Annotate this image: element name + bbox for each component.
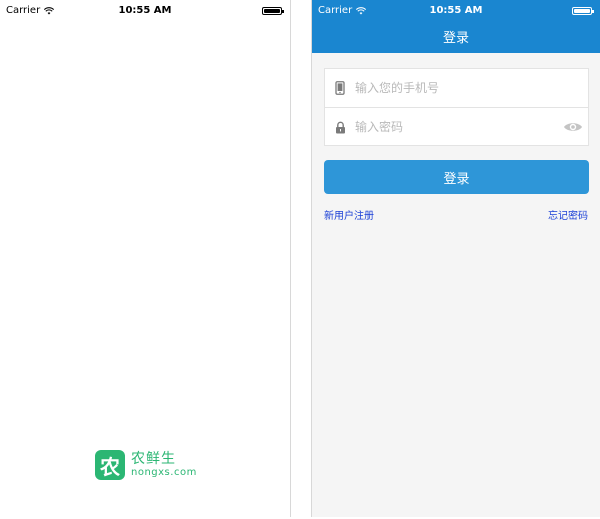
brand-domain: nongxs.com <box>131 467 197 479</box>
brand-lockup: 农 农鲜生 nongxs.com <box>95 450 197 480</box>
password-field-row <box>325 107 588 146</box>
login-screen: Carrier 10:55 AM 登录 输入您的手机号 登录 新用户注册 忘记密… <box>311 0 600 517</box>
forgot-password-link[interactable]: 忘记密码 <box>548 207 588 222</box>
brand-logo-icon: 农 <box>95 450 125 480</box>
login-form <box>324 68 589 146</box>
lock-icon <box>325 121 355 134</box>
phone-field-row <box>325 69 588 107</box>
screen-divider <box>291 0 311 519</box>
status-time: 10:55 AM <box>118 5 172 16</box>
brand-text: 农鲜生 nongxs.com <box>131 450 197 479</box>
register-link[interactable]: 新用户注册 <box>324 207 374 222</box>
eye-icon[interactable] <box>558 121 588 133</box>
page-title: 登录 <box>442 31 469 46</box>
phone-input[interactable] <box>355 69 588 107</box>
navigation-bar: Carrier 10:55 AM 登录 <box>312 0 600 53</box>
battery-icon <box>572 7 594 15</box>
battery-icon <box>262 7 284 15</box>
status-bar: Carrier 10:55 AM <box>312 0 600 22</box>
status-time: 10:55 AM <box>429 5 483 16</box>
splash-screen: Carrier 10:55 AM 农 农鲜生 nongxs.com <box>0 0 291 517</box>
screenshot-stage: Carrier 10:55 AM 农 农鲜生 nongxs.com Carrie… <box>0 0 600 519</box>
status-bar: Carrier 10:55 AM <box>0 0 290 22</box>
brand-name: 农鲜生 <box>131 450 176 467</box>
password-input[interactable] <box>355 108 558 146</box>
login-button[interactable]: 登录 <box>324 160 589 194</box>
phone-icon <box>325 81 355 95</box>
